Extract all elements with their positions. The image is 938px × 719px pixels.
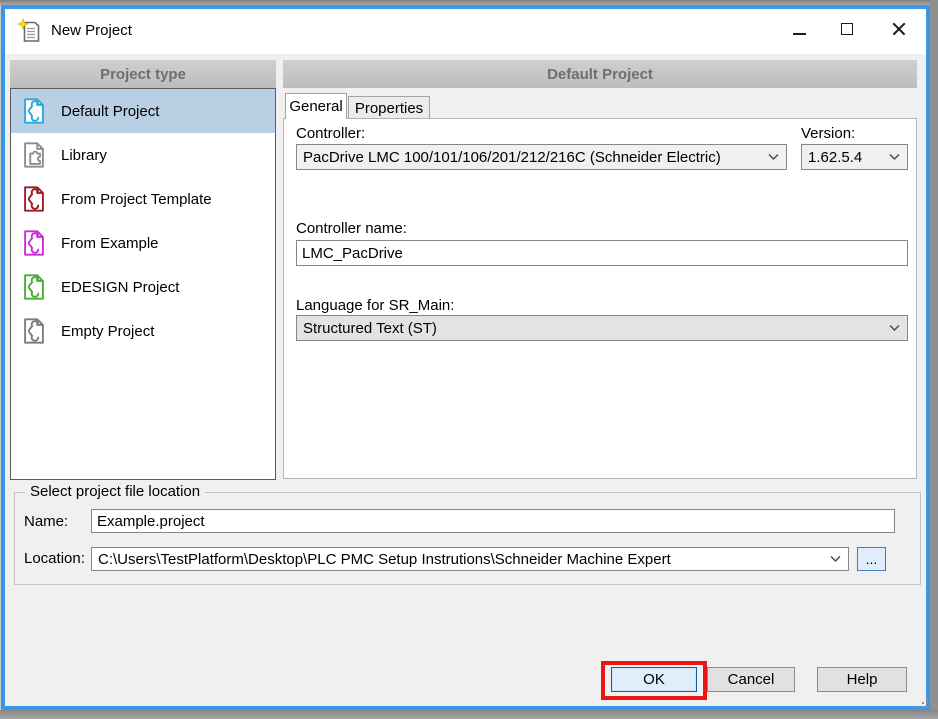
- list-item-edesign-project[interactable]: EDESIGN Project: [11, 265, 275, 309]
- project-template-icon: [19, 184, 49, 214]
- resize-grip[interactable]: [918, 698, 920, 700]
- library-icon: [19, 140, 49, 170]
- list-item-label: Library: [61, 147, 107, 164]
- tab-page-general: Controller: PacDrive LMC 100/101/106/201…: [283, 118, 917, 479]
- language-dropdown-value: Structured Text (ST): [303, 320, 437, 337]
- maximize-button[interactable]: [825, 9, 869, 49]
- language-dropdown[interactable]: Structured Text (ST): [296, 315, 908, 341]
- location-dropdown-value: C:\Users\TestPlatform\Desktop\PLC PMC Se…: [98, 551, 671, 568]
- screenshot-root: New Project Project type Default Project…: [0, 0, 938, 719]
- controller-name-label: Controller name:: [296, 220, 407, 237]
- chevron-down-icon: [830, 556, 841, 563]
- tab-general[interactable]: General: [285, 93, 347, 119]
- list-item-label: From Project Template: [61, 191, 212, 208]
- location-label: Location:: [24, 550, 85, 567]
- language-label: Language for SR_Main:: [296, 297, 454, 314]
- cancel-button[interactable]: Cancel: [707, 667, 795, 692]
- minimize-button[interactable]: [777, 9, 821, 49]
- minimize-icon: [793, 33, 806, 35]
- edesign-project-icon: [19, 272, 49, 302]
- controller-label: Controller:: [296, 125, 365, 142]
- version-dropdown[interactable]: 1.62.5.4: [801, 144, 908, 170]
- list-item-library[interactable]: Library: [11, 133, 275, 177]
- browse-button[interactable]: ...: [857, 547, 886, 571]
- new-document-icon: [17, 18, 43, 44]
- new-project-dialog: New Project Project type Default Project…: [1, 5, 930, 710]
- controller-dropdown[interactable]: PacDrive LMC 100/101/106/201/212/216C (S…: [296, 144, 787, 170]
- from-example-icon: [19, 228, 49, 258]
- selected-type-header: Default Project: [283, 60, 917, 88]
- maximize-icon: [841, 23, 853, 35]
- chevron-down-icon: [889, 325, 900, 332]
- list-item-from-example[interactable]: From Example: [11, 221, 275, 265]
- project-type-list: Default Project Library From Project Tem…: [10, 88, 276, 480]
- tab-properties[interactable]: Properties: [348, 96, 430, 119]
- list-item-label: EDESIGN Project: [61, 279, 179, 296]
- close-button[interactable]: [877, 9, 921, 49]
- ok-button[interactable]: OK: [611, 667, 697, 692]
- file-location-group: Select project file location Name: Locat…: [14, 492, 921, 585]
- controller-dropdown-value: PacDrive LMC 100/101/106/201/212/216C (S…: [303, 149, 721, 166]
- name-label: Name:: [24, 513, 68, 530]
- list-item-default-project[interactable]: Default Project: [11, 89, 275, 133]
- list-item-empty-project[interactable]: Empty Project: [11, 309, 275, 353]
- chevron-down-icon: [889, 154, 900, 161]
- controller-name-input[interactable]: [296, 240, 908, 266]
- chevron-down-icon: [768, 154, 779, 161]
- window-shadow-right: [930, 0, 938, 719]
- list-item-label: Empty Project: [61, 323, 154, 340]
- list-item-label: From Example: [61, 235, 159, 252]
- project-name-input[interactable]: [91, 509, 895, 533]
- location-dropdown[interactable]: C:\Users\TestPlatform\Desktop\PLC PMC Se…: [91, 547, 849, 571]
- window-title: New Project: [51, 22, 132, 39]
- empty-project-icon: [19, 316, 49, 346]
- list-item-label: Default Project: [61, 103, 159, 120]
- help-button[interactable]: Help: [817, 667, 907, 692]
- default-project-icon: [19, 96, 49, 126]
- file-location-group-label: Select project file location: [25, 483, 205, 500]
- version-dropdown-value: 1.62.5.4: [808, 149, 862, 166]
- list-item-from-project-template[interactable]: From Project Template: [11, 177, 275, 221]
- project-type-header: Project type: [10, 60, 276, 88]
- window-shadow-bottom: [0, 710, 938, 719]
- title-bar: New Project: [5, 9, 926, 54]
- version-label: Version:: [801, 125, 855, 142]
